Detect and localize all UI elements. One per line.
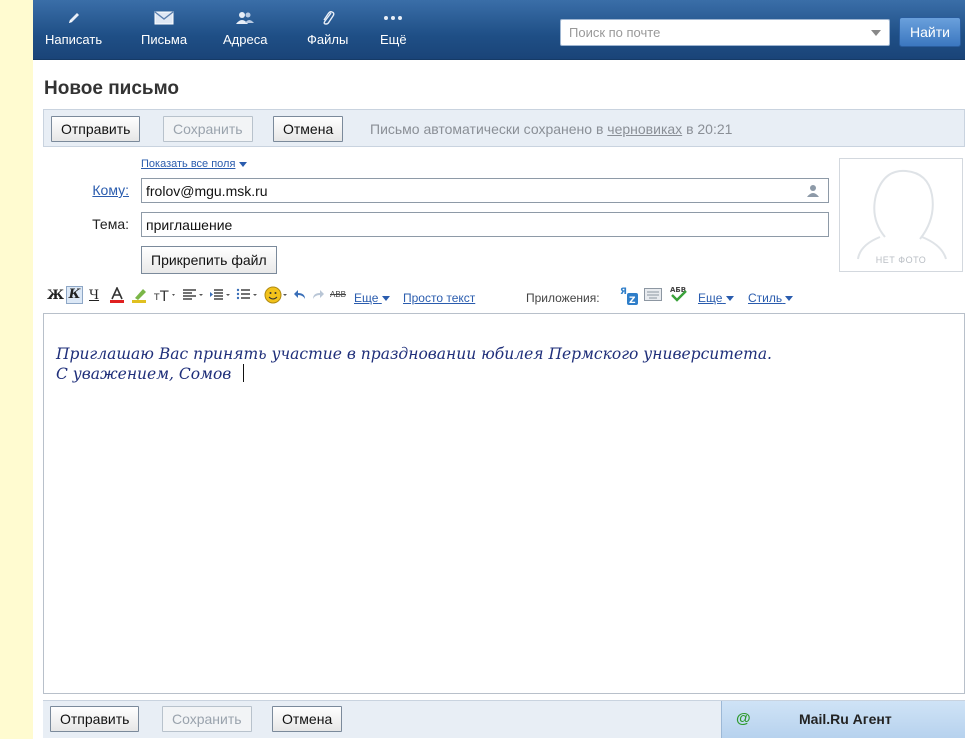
- style-link[interactable]: Стиль: [748, 291, 794, 305]
- apps-label: Приложения:: [526, 291, 600, 305]
- contact-photo-placeholder: НЕТ ФОТО: [839, 158, 963, 272]
- to-field: [141, 178, 829, 203]
- text-caret: [243, 364, 245, 382]
- autosave-status: Письмо автоматически сохранено в чернови…: [370, 121, 732, 137]
- to-label-link[interactable]: Кому:: [69, 182, 129, 198]
- autosave-time: в 20:21: [686, 121, 733, 137]
- plain-text-link[interactable]: Просто текст: [403, 291, 475, 305]
- subject-label: Тема:: [92, 216, 129, 232]
- mailru-agent-bar[interactable]: @ Mail.Ru Агент: [721, 701, 965, 738]
- pencil-icon: [66, 6, 82, 30]
- style-label: Стиль: [748, 291, 783, 305]
- list-icon[interactable]: [236, 287, 260, 306]
- apps-more-link[interactable]: Еще: [698, 291, 734, 305]
- undo-icon[interactable]: [293, 288, 307, 305]
- page-title: Новое письмо: [44, 78, 180, 99]
- text-color-icon[interactable]: [109, 286, 125, 306]
- search-dropdown-icon[interactable]: [871, 30, 881, 36]
- underline-button[interactable]: Ч: [89, 288, 99, 303]
- address-book-icon[interactable]: [806, 184, 820, 200]
- align-icon[interactable]: [182, 287, 206, 306]
- subject-input[interactable]: [142, 213, 828, 236]
- agent-at-icon: @: [736, 710, 751, 727]
- highlight-color-icon[interactable]: [131, 287, 149, 306]
- bold-button[interactable]: Ж: [47, 288, 64, 303]
- smiley-icon[interactable]: [264, 285, 290, 308]
- save-button[interactable]: Сохранить: [163, 116, 253, 142]
- autosave-prefix: Письмо автоматически сохранено в: [370, 121, 604, 137]
- nav-more[interactable]: Ещё: [380, 6, 407, 47]
- no-photo-label: НЕТ ФОТО: [875, 255, 927, 265]
- body-line-2-text: С уважением, Сомов: [56, 365, 232, 383]
- strikethrough-button[interactable]: ABB: [330, 290, 346, 299]
- contacts-icon: [235, 6, 255, 30]
- translate-icon[interactable]: ЯZ: [620, 285, 640, 310]
- nav-files[interactable]: Файлы: [307, 6, 348, 47]
- nav-compose-label: Написать: [45, 32, 103, 47]
- search-input[interactable]: [561, 20, 851, 45]
- nav-files-label: Файлы: [307, 32, 349, 47]
- show-all-fields-label: Показать все поля: [141, 158, 236, 170]
- nav-addresses-label: Адреса: [223, 32, 268, 47]
- search-button[interactable]: Найти: [899, 17, 961, 47]
- cancel-button-bottom[interactable]: Отмена: [272, 706, 343, 732]
- envelope-icon: [154, 6, 174, 30]
- compose-action-bar: Отправить Сохранить Отмена Письмо автома…: [43, 109, 965, 147]
- nav-more-label: Ещё: [380, 32, 407, 47]
- chevron-down-icon: [725, 296, 734, 302]
- spellcheck-icon[interactable]: АБВ: [669, 285, 689, 306]
- cancel-button[interactable]: Отмена: [273, 116, 344, 142]
- toolbar-more-link[interactable]: Еще: [354, 291, 390, 305]
- nav-letters-label: Письма: [141, 32, 188, 47]
- chevron-down-icon: [785, 296, 794, 302]
- drafts-link[interactable]: черновиках: [607, 121, 682, 137]
- more-dots-icon: [383, 6, 403, 30]
- mail-compose-app: Написать Письма Адреса Файлы Ещё Поиск п…: [33, 0, 965, 739]
- italic-button[interactable]: К: [66, 286, 83, 304]
- show-all-fields-link[interactable]: Показать все поля: [141, 158, 248, 170]
- indent-icon[interactable]: [209, 287, 233, 306]
- to-input[interactable]: [142, 179, 828, 202]
- chevron-down-icon: [381, 296, 390, 302]
- nav-addresses[interactable]: Адреса: [223, 6, 267, 47]
- attach-file-button[interactable]: Прикрепить файл: [141, 246, 277, 274]
- body-line-1: Приглашаю Вас принять участие в празднов…: [56, 345, 772, 363]
- top-navigation-bar: Написать Письма Адреса Файлы Ещё Поиск п…: [33, 0, 965, 60]
- nav-letters[interactable]: Письма: [141, 6, 187, 47]
- message-body-editor[interactable]: Приглашаю Вас принять участие в празднов…: [43, 313, 965, 694]
- send-button[interactable]: Отправить: [51, 116, 141, 142]
- body-line-2: С уважением, Сомов: [56, 364, 964, 384]
- formatting-toolbar: Ж К Ч TT ABB Еще Просто текст Приложения…: [43, 284, 965, 312]
- nav-compose[interactable]: Написать: [45, 6, 102, 47]
- agent-label: Mail.Ru Агент: [799, 711, 892, 727]
- toolbar-more-label: Еще: [354, 291, 379, 305]
- redo-icon[interactable]: [311, 288, 325, 305]
- search-box: [560, 19, 890, 46]
- keyboard-icon[interactable]: [644, 288, 662, 304]
- save-button-bottom[interactable]: Сохранить: [162, 706, 252, 732]
- svg-text:T: T: [159, 289, 169, 303]
- svg-text:Я: Я: [620, 287, 627, 297]
- font-size-icon[interactable]: TT: [153, 287, 178, 306]
- subject-field: [141, 212, 829, 237]
- paperclip-icon: [320, 6, 336, 30]
- send-button-bottom[interactable]: Отправить: [50, 706, 140, 732]
- left-margin-strip: [0, 0, 33, 739]
- chevron-down-icon: [239, 161, 248, 167]
- apps-more-label: Еще: [698, 291, 723, 305]
- svg-text:Z: Z: [629, 296, 636, 306]
